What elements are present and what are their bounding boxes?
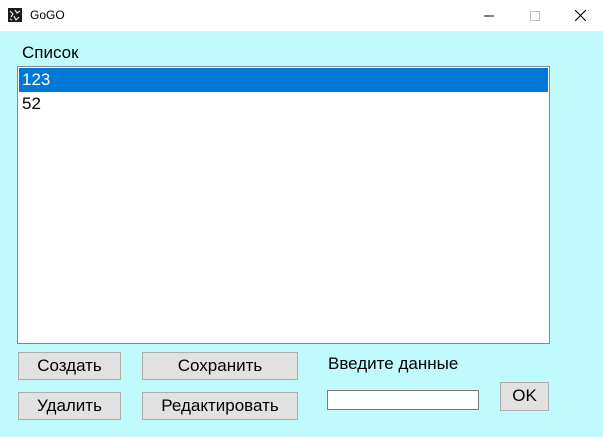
data-input[interactable] xyxy=(327,390,479,410)
items-listbox[interactable]: 123 52 xyxy=(17,66,550,344)
input-label: Введите данные xyxy=(328,354,459,373)
list-item[interactable]: 52 xyxy=(19,92,548,116)
delete-button[interactable]: Удалить xyxy=(18,392,121,420)
list-item[interactable]: 123 xyxy=(19,68,548,92)
create-button[interactable]: Создать xyxy=(18,352,121,380)
maximize-icon xyxy=(530,10,540,21)
maximize-button[interactable] xyxy=(512,0,558,31)
minimize-icon xyxy=(484,15,494,16)
app-logo-icon xyxy=(8,8,22,22)
save-button[interactable]: Сохранить xyxy=(142,352,298,380)
window-title: GoGO xyxy=(30,8,65,22)
list-label: Список xyxy=(22,43,79,62)
ok-button[interactable]: OK xyxy=(500,382,549,411)
close-button[interactable] xyxy=(557,0,603,31)
edit-button[interactable]: Редактировать xyxy=(142,392,298,420)
title-bar: GoGO xyxy=(0,0,603,31)
close-icon xyxy=(574,10,586,21)
minimize-button[interactable] xyxy=(466,0,512,31)
